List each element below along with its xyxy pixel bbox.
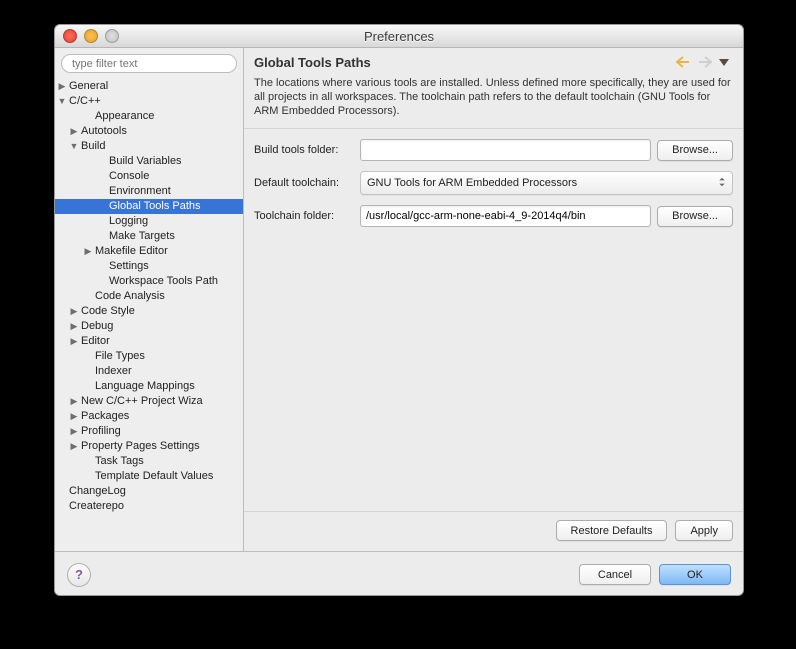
sidebar: ▶General ▼C/C++ Appearance ▶Autotools ▼B…	[55, 48, 244, 551]
tree-item-file-types[interactable]: File Types	[55, 349, 243, 364]
arrow-right-icon	[696, 56, 712, 68]
window-zoom-button[interactable]	[105, 29, 119, 43]
tree-item-code-style[interactable]: ▶Code Style	[55, 304, 243, 319]
content-pane: Global Tools Paths The locations where v…	[244, 48, 743, 551]
tree-item-indexer[interactable]: Indexer	[55, 364, 243, 379]
filter-input[interactable]	[61, 54, 237, 73]
cancel-button[interactable]: Cancel	[579, 564, 651, 585]
tree-item-environment[interactable]: Environment	[55, 184, 243, 199]
default-toolchain-select[interactable]: GNU Tools for ARM Embedded Processors	[360, 171, 733, 195]
build-tools-folder-input[interactable]	[360, 139, 651, 161]
chevron-right-icon: ▶	[69, 319, 79, 334]
arrow-left-icon	[676, 56, 692, 68]
chevron-right-icon: ▶	[69, 424, 79, 439]
tree-item-general[interactable]: ▶General	[55, 79, 243, 94]
chevron-down-icon: ▼	[69, 139, 79, 154]
tree-item-task-tags[interactable]: Task Tags	[55, 454, 243, 469]
tree-item-packages[interactable]: ▶Packages	[55, 409, 243, 424]
nav-back-button[interactable]	[675, 54, 693, 70]
tree-item-language-mappings[interactable]: Language Mappings	[55, 379, 243, 394]
toolchain-folder-label: Toolchain folder:	[254, 210, 354, 222]
tree-item-console[interactable]: Console	[55, 169, 243, 184]
tree-item-global-tools-paths[interactable]: Global Tools Paths	[55, 199, 243, 214]
view-menu-button[interactable]	[715, 54, 733, 70]
build-tools-folder-label: Build tools folder:	[254, 144, 354, 156]
tree-item-makefile-editor[interactable]: ▶Makefile Editor	[55, 244, 243, 259]
tree-item-workspace-tools-path[interactable]: Workspace Tools Path	[55, 274, 243, 289]
chevron-right-icon: ▶	[69, 304, 79, 319]
tree-item-build-variables[interactable]: Build Variables	[55, 154, 243, 169]
triangle-down-icon	[719, 57, 729, 67]
chevron-right-icon: ▶	[69, 394, 79, 409]
tree-item-template-default-values[interactable]: Template Default Values	[55, 469, 243, 484]
question-icon: ?	[75, 567, 83, 582]
chevron-right-icon: ▶	[69, 334, 79, 349]
window-title: Preferences	[55, 29, 743, 44]
tree-item-editor[interactable]: ▶Editor	[55, 334, 243, 349]
tree-item-new-project-wizard[interactable]: ▶New C/C++ Project Wiza	[55, 394, 243, 409]
page-description: The locations where various tools are in…	[244, 74, 743, 129]
tree-item-property-pages-settings[interactable]: ▶Property Pages Settings	[55, 439, 243, 454]
ok-button[interactable]: OK	[659, 564, 731, 585]
default-toolchain-label: Default toolchain:	[254, 177, 354, 189]
window-minimize-button[interactable]	[84, 29, 98, 43]
apply-button[interactable]: Apply	[675, 520, 733, 541]
preferences-window: Preferences ▶General ▼C/C++ Appearance ▶…	[54, 24, 744, 596]
tree-item-ccpp[interactable]: ▼C/C++	[55, 94, 243, 109]
preferences-tree[interactable]: ▶General ▼C/C++ Appearance ▶Autotools ▼B…	[55, 79, 243, 551]
nav-forward-button[interactable]	[695, 54, 713, 70]
tree-item-changelog[interactable]: ChangeLog	[55, 484, 243, 499]
tree-item-profiling[interactable]: ▶Profiling	[55, 424, 243, 439]
tree-item-autotools[interactable]: ▶Autotools	[55, 124, 243, 139]
tree-item-appearance[interactable]: Appearance	[55, 109, 243, 124]
toolchain-folder-input[interactable]	[360, 205, 651, 227]
titlebar: Preferences	[55, 25, 743, 48]
tree-item-make-targets[interactable]: Make Targets	[55, 229, 243, 244]
tree-item-logging[interactable]: Logging	[55, 214, 243, 229]
tree-item-createrepo[interactable]: Createrepo	[55, 499, 243, 514]
build-tools-browse-button[interactable]: Browse...	[657, 140, 733, 161]
chevron-right-icon: ▶	[69, 439, 79, 454]
chevron-right-icon: ▶	[83, 244, 93, 259]
form: Build tools folder: Browse... Default to…	[244, 129, 743, 247]
tree-item-debug[interactable]: ▶Debug	[55, 319, 243, 334]
restore-defaults-button[interactable]: Restore Defaults	[556, 520, 668, 541]
page-title: Global Tools Paths	[254, 55, 673, 70]
tree-item-settings[interactable]: Settings	[55, 259, 243, 274]
chevron-down-icon: ▼	[57, 94, 67, 109]
default-toolchain-value: GNU Tools for ARM Embedded Processors	[367, 177, 577, 189]
chevron-right-icon: ▶	[57, 79, 67, 94]
tree-item-build[interactable]: ▼Build	[55, 139, 243, 154]
help-button[interactable]: ?	[67, 563, 91, 587]
tree-item-code-analysis[interactable]: Code Analysis	[55, 289, 243, 304]
dialog-footer: ? Cancel OK	[55, 551, 743, 596]
chevron-right-icon: ▶	[69, 124, 79, 139]
chevron-right-icon: ▶	[69, 409, 79, 424]
toolchain-browse-button[interactable]: Browse...	[657, 206, 733, 227]
window-close-button[interactable]	[63, 29, 77, 43]
